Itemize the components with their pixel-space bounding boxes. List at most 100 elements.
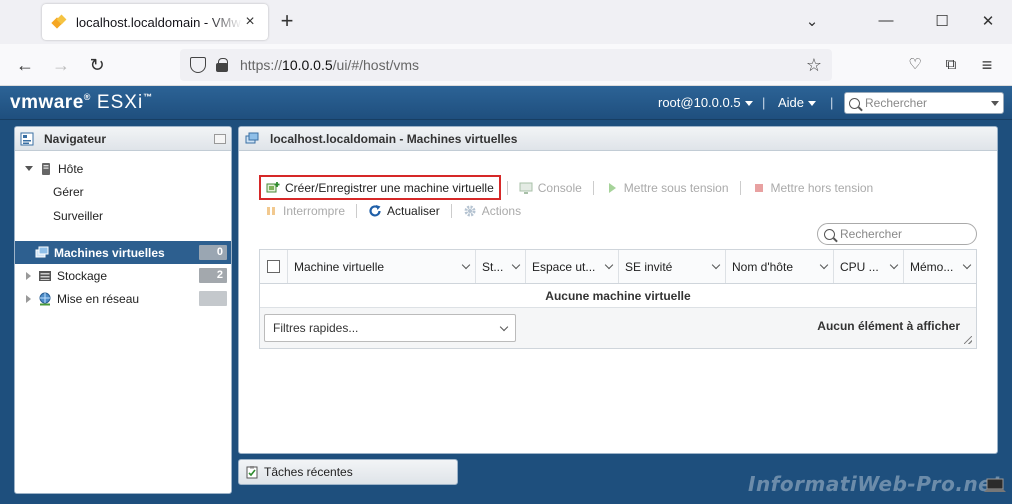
bookmark-star-icon[interactable]: ☆ [806, 55, 822, 76]
gear-icon [464, 205, 476, 217]
chevron-down-icon[interactable] [604, 260, 614, 270]
user-menu[interactable]: root@10.0.0.5 [658, 95, 753, 110]
create-register-vm-button[interactable]: Créer/Enregistrer une machine virtuelle [259, 175, 501, 200]
pause-icon [267, 207, 275, 215]
chevron-down-icon[interactable] [889, 260, 899, 270]
search-icon [824, 228, 835, 240]
navigator-icon [20, 132, 34, 145]
column-header-used-space[interactable]: Espace ut... [526, 250, 619, 283]
nav-item-virtual-machines[interactable]: Machines virtuelles 0 [15, 241, 231, 264]
chevron-down-icon[interactable] [461, 260, 471, 270]
refresh-icon [369, 205, 381, 217]
close-window-icon[interactable]: ✕ [978, 12, 998, 30]
back-arrow-icon[interactable]: ← [12, 52, 38, 78]
host-header-icon [245, 132, 259, 143]
menu-hamburger-icon[interactable]: ≡ [974, 52, 1000, 78]
select-all-checkbox[interactable] [267, 260, 280, 273]
close-tab-icon[interactable]: × [242, 13, 258, 31]
network-badge [199, 291, 227, 306]
column-header-memory[interactable]: Mémo... [904, 250, 976, 283]
chevron-down-icon[interactable] [819, 260, 829, 270]
laptop-logo-icon [984, 478, 1006, 492]
url-text[interactable]: https://10.0.0.5/ui/#/host/vms [240, 57, 806, 73]
nav-item-host[interactable]: Hôte [15, 157, 231, 180]
tab-title: localhost.localdomain - VMware ESXi [76, 14, 242, 30]
tracking-shield-icon[interactable] [190, 57, 206, 73]
quick-filter-select[interactable]: Filtres rapides... [264, 314, 516, 342]
collapse-navigator-button[interactable] [214, 133, 226, 144]
toolbar-row-2: Interrompre Actualiser Actions [259, 201, 526, 221]
recent-tasks-bar[interactable]: Tâches récentes [238, 459, 458, 485]
chevron-down-icon[interactable] [962, 260, 972, 270]
column-header-cpu[interactable]: CPU ... [834, 250, 904, 283]
tasks-clipboard-icon [246, 466, 258, 479]
header-search-input[interactable]: Rechercher [844, 92, 1004, 114]
pocket-icon[interactable]: ♡ [902, 52, 928, 78]
play-icon [608, 182, 616, 193]
header-separator: | [762, 95, 766, 110]
stop-icon [754, 183, 763, 192]
header-separator: | [830, 95, 834, 110]
console-button[interactable]: Console [514, 178, 587, 198]
toolbar-separator [356, 204, 358, 218]
minimize-window-icon[interactable]: — [876, 12, 896, 29]
vm-count-badge: 0 [199, 245, 227, 260]
vm-table-header: Machine virtuelle St... Espace ut... SE … [260, 250, 976, 284]
nav-item-manage[interactable]: Gérer [15, 180, 231, 203]
toolbar-separator [739, 180, 741, 195]
maximize-window-icon[interactable]: ☐ [932, 12, 952, 30]
nav-item-monitor[interactable]: Surveiller [15, 203, 231, 229]
nav-item-storage[interactable]: Stockage 2 [15, 264, 231, 287]
select-all-cell [260, 250, 288, 283]
help-menu[interactable]: Aide [778, 95, 817, 110]
reload-icon[interactable]: ↻ [84, 52, 110, 78]
item-count-text: Aucun élément à afficher [817, 319, 960, 333]
power-on-button[interactable]: Mettre sous tension [600, 178, 734, 198]
create-vm-icon [266, 181, 280, 192]
actions-button[interactable]: Actions [458, 201, 526, 221]
vm-table: Machine virtuelle St... Espace ut... SE … [259, 249, 977, 349]
toolbar-separator [450, 204, 452, 218]
page-title: localhost.localdomain - Machines virtuel… [270, 131, 518, 146]
vmware-esxi-logo: vmware® ESXi™ [10, 92, 153, 113]
chevron-down-icon[interactable] [499, 322, 509, 331]
toolbar-separator [506, 180, 508, 195]
lock-icon[interactable] [216, 58, 228, 72]
power-off-button[interactable]: Mettre hors tension [747, 178, 879, 198]
chevron-down-icon[interactable] [711, 260, 721, 270]
address-bar[interactable]: https://10.0.0.5/ui/#/host/vms ☆ [180, 49, 832, 81]
host-server-icon [42, 162, 50, 175]
vm-table-footer: Filtres rapides... Aucun élément à affic… [260, 308, 976, 348]
esxi-app: vmware® ESXi™ root@10.0.0.5 | Aide | Rech… [0, 86, 1012, 504]
tab-list-chevron-icon[interactable]: ⌄ [802, 12, 822, 30]
watermark-text: InformatiWeb-Pro.net [748, 472, 1003, 496]
browser-tab[interactable]: localhost.localdomain - VMware ESXi × [42, 4, 268, 40]
browser-navigation-bar: ← → ↻ https://10.0.0.5/ui/#/host/vms ☆ ♡… [0, 44, 1012, 86]
column-header-guest-os[interactable]: SE invité [619, 250, 726, 283]
column-header-status[interactable]: St... [476, 250, 526, 283]
column-header-hostname[interactable]: Nom d'hôte [726, 250, 834, 283]
search-icon [849, 97, 860, 109]
virtual-machines-panel: localhost.localdomain - Machines virtuel… [238, 126, 998, 454]
navigator-header: Navigateur [15, 127, 231, 151]
forward-arrow-icon[interactable]: → [48, 52, 74, 78]
resize-grip-icon[interactable] [964, 336, 972, 344]
nav-item-networking[interactable]: Mise en réseau [15, 287, 231, 310]
column-header-vm[interactable]: Machine virtuelle [288, 250, 476, 283]
empty-table-message: Aucune machine virtuelle [260, 284, 976, 308]
chevron-down-icon[interactable] [511, 260, 521, 270]
vm-search-input[interactable]: Rechercher [817, 223, 977, 245]
expand-arrow-icon[interactable] [26, 294, 31, 303]
expand-arrow-icon[interactable] [26, 271, 31, 280]
browser-tab-bar: localhost.localdomain - VMware ESXi × + … [0, 0, 1012, 44]
extensions-icon[interactable]: ⧉ [938, 52, 964, 78]
navigator-panel: Navigateur Hôte Gérer Surveiller Machine… [14, 126, 232, 494]
expand-arrow-icon[interactable] [25, 166, 33, 171]
main-panel-header: localhost.localdomain - Machines virtuel… [239, 127, 997, 151]
search-dropdown-icon[interactable] [991, 100, 999, 106]
refresh-button[interactable]: Actualiser [363, 201, 445, 221]
suspend-button[interactable]: Interrompre [259, 201, 350, 221]
network-globe-icon [39, 292, 51, 305]
storage-count-badge: 2 [199, 268, 227, 283]
new-tab-button[interactable]: + [276, 9, 298, 35]
